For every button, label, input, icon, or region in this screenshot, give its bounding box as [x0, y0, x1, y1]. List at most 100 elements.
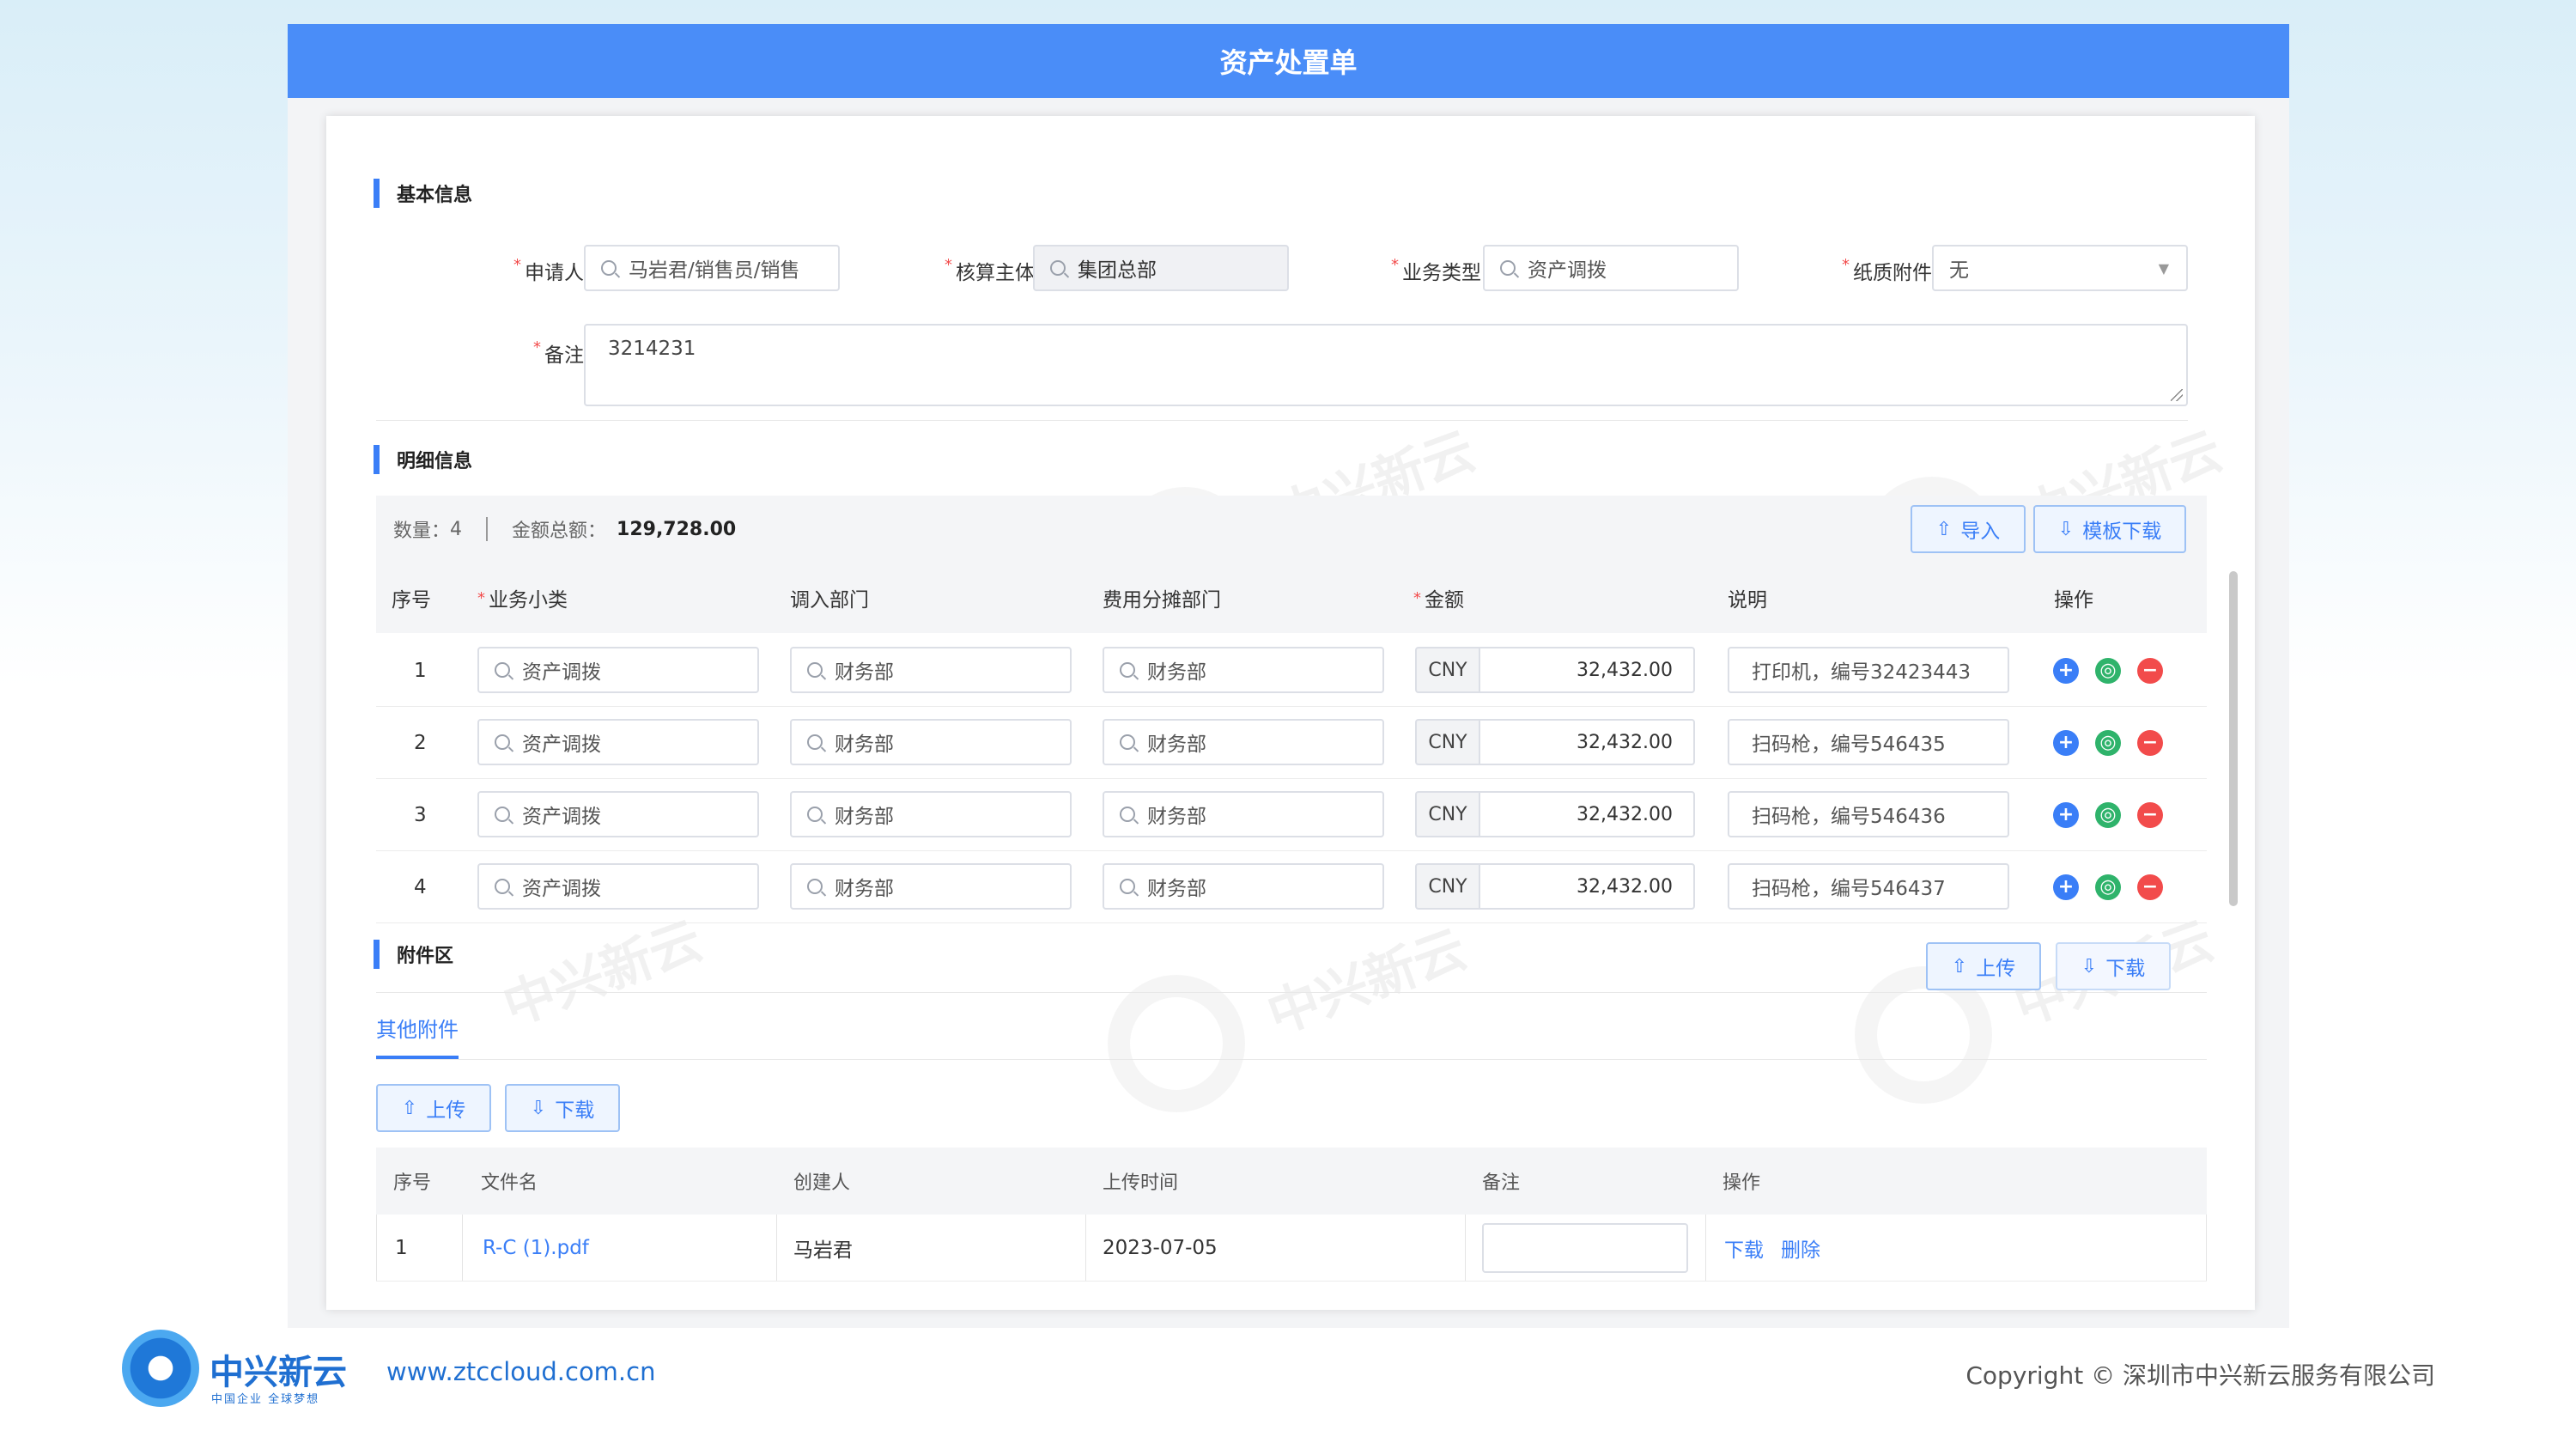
search-icon — [1120, 662, 1135, 678]
add-row-icon[interactable]: + — [2053, 874, 2079, 900]
table-row: 4 资产调拨 财务部 财务部 CNY 32,432.00 扫码枪，编号546437 + ◎ − — [376, 851, 2207, 923]
upload-icon: ⇧ — [1951, 955, 1968, 977]
currency-label: CNY — [1415, 863, 1479, 910]
divider — [376, 1059, 2207, 1060]
col-cost-dept: 费用分摊部门 — [1103, 589, 1221, 612]
cost-dept-field[interactable]: 财务部 — [1103, 719, 1384, 765]
copy-row-icon[interactable]: ◎ — [2095, 874, 2121, 900]
divider — [1085, 1215, 1086, 1281]
delete-row-icon[interactable]: − — [2137, 802, 2163, 828]
search-icon — [495, 807, 510, 822]
col-seq: 序号 — [392, 589, 431, 612]
attachment-upload-time: 2023-07-05 — [1103, 1237, 1218, 1259]
copy-row-icon[interactable]: ◎ — [2095, 658, 2121, 684]
search-icon — [601, 260, 617, 276]
description-input[interactable]: 扫码枪，编号546436 — [1728, 791, 2009, 837]
page-title: 资产处置单 — [288, 24, 2289, 98]
import-button[interactable]: ⇧ 导入 — [1911, 505, 2026, 553]
in-dept-field[interactable]: 财务部 — [790, 647, 1072, 693]
detail-table-header: 序号 * 业务小类 调入部门 费用分摊部门 * 金额 说明 操作 — [376, 563, 2207, 633]
col-creator: 创建人 — [793, 1172, 851, 1194]
col-filename: 文件名 — [481, 1172, 538, 1194]
subtype-field[interactable]: 资产调拨 — [477, 791, 759, 837]
resize-handle-icon[interactable] — [2171, 389, 2183, 401]
footer-url-link[interactable]: www.ztccloud.com.cn — [386, 1357, 655, 1386]
attachment-seq: 1 — [395, 1237, 408, 1259]
description-input[interactable]: 扫码枪，编号546435 — [1728, 719, 2009, 765]
description-input[interactable]: 扫码枪，编号546437 — [1728, 863, 2009, 910]
table-row: 2 资产调拨 财务部 财务部 CNY 32,432.00 扫码枪，编号546435 + ◎ − — [376, 707, 2207, 779]
row-seq: 4 — [414, 876, 427, 898]
cost-dept-field[interactable]: 财务部 — [1103, 647, 1384, 693]
applicant-field[interactable]: 马岩君/销售员/销售 — [584, 245, 840, 291]
attach-upload-button[interactable]: ⇧ 上传 — [1926, 942, 2041, 990]
paper-attach-select[interactable]: 无 ▼ — [1932, 245, 2188, 291]
watermark-logo — [1108, 975, 1245, 1112]
search-icon — [807, 879, 823, 894]
amount-input[interactable]: 32,432.00 — [1479, 791, 1695, 837]
divider — [376, 420, 2188, 421]
attach-area-title: 附件区 — [374, 939, 453, 970]
attachment-delete-link[interactable]: 删除 — [1781, 1215, 1820, 1282]
count-value: 4 — [450, 518, 463, 540]
divider — [376, 1215, 377, 1281]
row-seq: 2 — [414, 732, 427, 754]
attachment-remark-input[interactable] — [1482, 1223, 1688, 1273]
in-dept-field[interactable]: 财务部 — [790, 719, 1072, 765]
other-download-button[interactable]: ⇩ 下载 — [505, 1084, 620, 1132]
total-value: 129,728.00 — [617, 518, 737, 540]
amount-input[interactable]: 32,432.00 — [1479, 647, 1695, 693]
col-remark: 备注 — [1482, 1172, 1521, 1194]
delete-row-icon[interactable]: − — [2137, 658, 2163, 684]
chevron-down-icon: ▼ — [2158, 259, 2169, 277]
search-icon — [495, 879, 510, 894]
cost-dept-field[interactable]: 财务部 — [1103, 791, 1384, 837]
basic-info-title: 基本信息 — [374, 178, 472, 209]
detail-info-title: 明细信息 — [374, 444, 472, 475]
attachment-creator: 马岩君 — [793, 1239, 853, 1262]
delete-row-icon[interactable]: − — [2137, 730, 2163, 756]
subtype-field[interactable]: 资产调拨 — [477, 647, 759, 693]
paper-attach-label: * 纸质附件 — [1842, 256, 1932, 284]
table-row: 3 资产调拨 财务部 财务部 CNY 32,432.00 扫码枪，编号546436 + ◎ − — [376, 779, 2207, 851]
copy-row-icon[interactable]: ◎ — [2095, 802, 2121, 828]
search-icon — [1500, 260, 1516, 276]
biz-type-field[interactable]: 资产调拨 — [1483, 245, 1739, 291]
attach-download-button[interactable]: ⇩ 下载 — [2056, 942, 2171, 990]
divider — [1465, 1215, 1466, 1281]
attachment-download-link[interactable]: 下载 — [1724, 1215, 1764, 1282]
upload-icon: ⇧ — [401, 1097, 418, 1119]
description-input[interactable]: 打印机，编号32423443 — [1728, 647, 2009, 693]
vertical-scrollbar[interactable] — [2229, 571, 2238, 906]
entity-field: 集团总部 — [1033, 245, 1289, 291]
copy-row-icon[interactable]: ◎ — [2095, 730, 2121, 756]
attachment-table-header: 序号 文件名 创建人 上传时间 备注 操作 — [376, 1148, 2207, 1215]
other-upload-button[interactable]: ⇧ 上传 — [376, 1084, 491, 1132]
brand-logo-icon — [122, 1330, 199, 1407]
col-upload-time: 上传时间 — [1103, 1172, 1179, 1194]
template-download-button[interactable]: ⇩ 模板下载 — [2033, 505, 2186, 553]
biz-type-label: * 业务类型 — [1391, 256, 1481, 284]
delete-row-icon[interactable]: − — [2137, 874, 2163, 900]
remark-label: * 备注 — [533, 338, 584, 367]
table-row: 1 资产调拨 财务部 财务部 CNY 32,432.00 打印机，编号32423443 + ◎ − — [376, 635, 2207, 707]
search-icon — [1120, 734, 1135, 750]
add-row-icon[interactable]: + — [2053, 658, 2079, 684]
download-icon: ⇩ — [530, 1097, 547, 1119]
add-row-icon[interactable]: + — [2053, 730, 2079, 756]
add-row-icon[interactable]: + — [2053, 802, 2079, 828]
attachment-filename-link[interactable]: R-C (1).pdf — [483, 1215, 589, 1282]
divider — [2206, 1215, 2207, 1281]
in-dept-field[interactable]: 财务部 — [790, 863, 1072, 910]
footer-copyright: Copyright © 深圳市中兴新云服务有限公司 — [1965, 1361, 2435, 1390]
in-dept-field[interactable]: 财务部 — [790, 791, 1072, 837]
tab-other-attachments[interactable]: 其他附件 — [376, 1013, 459, 1043]
cost-dept-field[interactable]: 财务部 — [1103, 863, 1384, 910]
subtype-field[interactable]: 资产调拨 — [477, 863, 759, 910]
search-icon — [495, 734, 510, 750]
row-seq: 3 — [414, 804, 427, 826]
subtype-field[interactable]: 资产调拨 — [477, 719, 759, 765]
remark-textarea[interactable]: 3214231 — [584, 324, 2188, 406]
amount-input[interactable]: 32,432.00 — [1479, 863, 1695, 910]
amount-input[interactable]: 32,432.00 — [1479, 719, 1695, 765]
